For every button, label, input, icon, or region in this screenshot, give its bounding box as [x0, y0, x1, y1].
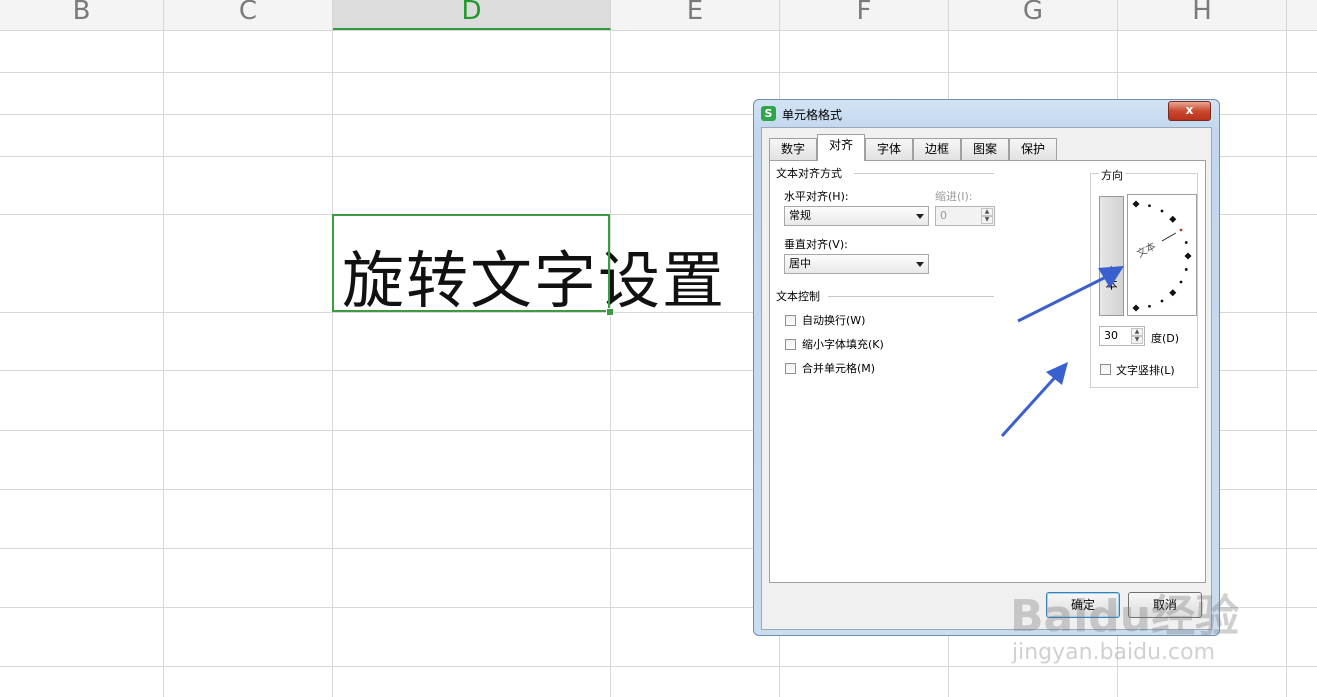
tab-alignment[interactable]: 对齐	[817, 134, 865, 161]
watermark-brand: Baidu经验	[1010, 591, 1240, 642]
arrow-annotation-icon	[1017, 266, 1124, 323]
watermark-url: jingyan.baidu.com	[1012, 640, 1216, 665]
arrow-annotation-icon	[1000, 362, 1068, 438]
